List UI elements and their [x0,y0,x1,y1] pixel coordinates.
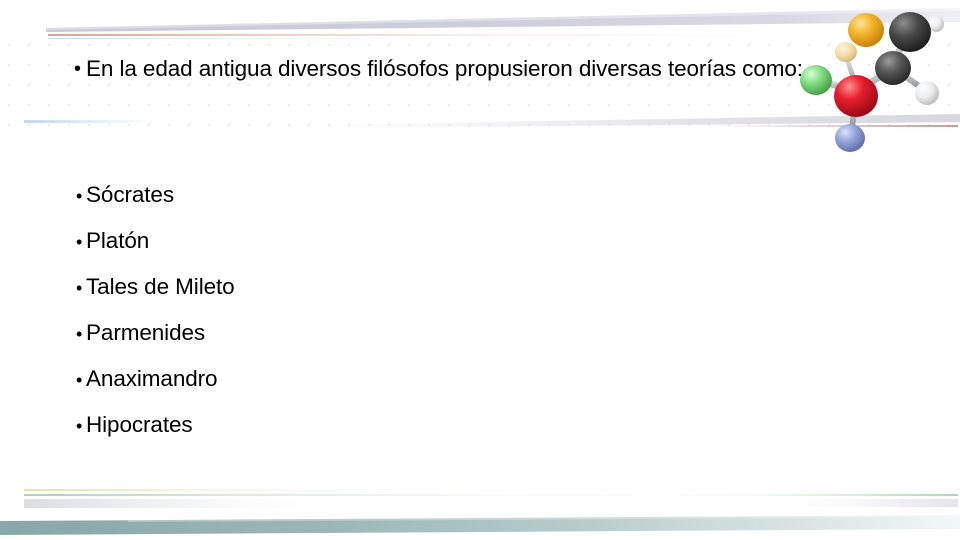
philosopher-list: • Sócrates • Platón • Tales de Mileto • … [62,182,582,458]
list-bullet-marker: • [76,186,83,206]
top-orange-hairline [48,34,948,36]
bottom-yellow-hairline [24,489,954,491]
hydrogen-atom [915,81,939,105]
list-item-label: Hipocrates [86,412,193,437]
intro-paragraph-block: • En la edad antigua diversos filósofos … [62,52,892,86]
list-bullet-marker: • [76,416,83,436]
bottom-teal-wedge [0,505,960,540]
intro-bullet-marker: • [74,58,82,80]
list-item: • Tales de Mileto [62,274,582,320]
mid-red-hairline [700,125,958,128]
list-bullet-marker: • [76,278,83,298]
bottom-grey-band [24,499,354,508]
list-item: • Platón [62,228,582,274]
list-item: • Sócrates [62,182,582,228]
list-item: • Anaximandro [62,366,582,412]
list-bullet-marker: • [76,324,83,344]
mid-blue-hairline [24,120,174,123]
bottom-grey-band-right [790,499,958,507]
nitrogen-atom [835,124,865,152]
presentation-slide: • En la edad antigua diversos filósofos … [0,0,960,540]
list-bullet-marker: • [76,370,83,390]
list-item: • Hipocrates [62,412,582,458]
hydrogen-atom [928,16,944,32]
list-item-label: Platón [86,228,150,253]
top-blue-hairline [48,38,608,40]
list-item: • Parmenides [62,320,582,366]
list-item-label: Sócrates [86,182,174,207]
bottom-green-hairline-right [660,494,958,496]
sulfur-atom [848,13,884,47]
intro-paragraph-text: En la edad antigua diversos filósofos pr… [86,56,803,81]
list-item-label: Parmenides [86,320,206,345]
list-item-label: Anaximandro [86,366,218,391]
list-bullet-marker: • [76,232,83,252]
carbon-atom-top [889,12,931,52]
list-item-label: Tales de Mileto [86,274,235,299]
intro-bullet-row: • En la edad antigua diversos filósofos … [62,52,892,86]
